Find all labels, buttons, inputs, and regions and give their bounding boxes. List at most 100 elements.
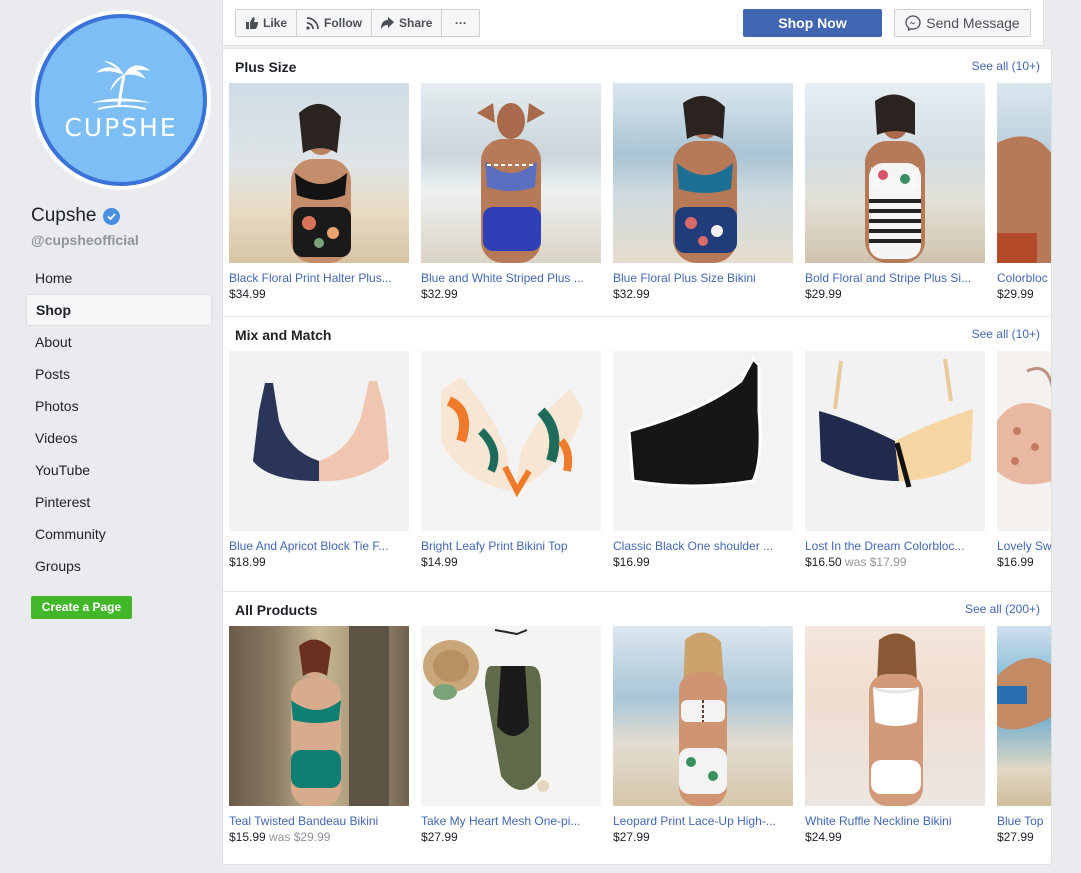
price-was: was $17.99 — [845, 555, 907, 569]
product-image[interactable] — [229, 351, 409, 531]
product-card[interactable]: White Ruffle Neckline Bikini $24.99 — [805, 626, 985, 844]
product-card[interactable]: Blue and White Striped Plus ... $32.99 — [421, 83, 601, 301]
price-current: $15.99 — [229, 830, 266, 844]
product-card[interactable]: Leopard Print Lace-Up High-... $27.99 — [613, 626, 793, 844]
product-image[interactable] — [997, 83, 1051, 263]
price-was: was $29.99 — [269, 830, 331, 844]
product-card[interactable]: Colorbloc $29.99 — [997, 83, 1051, 301]
logo-text: CUPSHE — [64, 112, 178, 142]
product-card[interactable]: Teal Twisted Bandeau Bikini $15.99 was $… — [229, 626, 409, 844]
product-name[interactable]: Teal Twisted Bandeau Bikini — [229, 814, 409, 828]
price-current: $34.99 — [229, 287, 266, 301]
shop-panel: Plus Size See all (10+) Black Floral Pri… — [222, 48, 1052, 865]
product-card[interactable]: Lost In the Dream Colorbloc... $16.50 wa… — [805, 351, 985, 569]
nav-item-youtube[interactable]: YouTube — [26, 454, 212, 486]
product-name[interactable]: Blue Floral Plus Size Bikini — [613, 271, 793, 285]
product-image[interactable] — [421, 351, 601, 531]
product-price: $18.99 — [229, 555, 409, 569]
nav-item-photos[interactable]: Photos — [26, 390, 212, 422]
product-image[interactable] — [613, 351, 793, 531]
product-price: $27.99 — [421, 830, 601, 844]
product-name[interactable]: Blue And Apricot Block Tie F... — [229, 539, 409, 553]
product-image[interactable] — [229, 83, 409, 263]
share-arrow-icon — [381, 17, 395, 29]
product-price: $24.99 — [805, 830, 985, 844]
like-button[interactable]: Like — [236, 10, 298, 36]
nav-item-posts[interactable]: Posts — [26, 358, 212, 390]
see-all-link[interactable]: See all (200+) — [965, 602, 1040, 616]
product-image[interactable] — [805, 351, 985, 531]
product-name[interactable]: Blue Top — [997, 814, 1051, 828]
product-name[interactable]: Take My Heart Mesh One-pi... — [421, 814, 601, 828]
page-handle[interactable]: @cupsheofficial — [31, 232, 139, 248]
create-page-button[interactable]: Create a Page — [31, 596, 132, 619]
section-title: All Products — [235, 602, 318, 618]
product-image[interactable] — [421, 626, 601, 806]
page-name[interactable]: Cupshe — [31, 205, 120, 227]
product-card[interactable]: Bright Leafy Print Bikini Top $14.99 — [421, 351, 601, 569]
product-price: $16.99 — [613, 555, 793, 569]
product-image[interactable] — [613, 83, 793, 263]
price-current: $32.99 — [613, 287, 650, 301]
product-price: $29.99 — [997, 287, 1051, 301]
page-name-text[interactable]: Cupshe — [31, 205, 97, 227]
product-name[interactable]: Bold Floral and Stripe Plus Si... — [805, 271, 985, 285]
product-card[interactable]: Black Floral Print Halter Plus... $34.99 — [229, 83, 409, 301]
product-name[interactable]: Blue and White Striped Plus ... — [421, 271, 601, 285]
product-name[interactable]: Black Floral Print Halter Plus... — [229, 271, 409, 285]
product-price: $16.50 was $17.99 — [805, 555, 985, 569]
product-name[interactable]: Leopard Print Lace-Up High-... — [613, 814, 793, 828]
messenger-icon — [905, 15, 921, 31]
product-image[interactable] — [997, 626, 1051, 806]
like-label: Like — [263, 16, 288, 30]
product-card[interactable]: Classic Black One shoulder ... $16.99 — [613, 351, 793, 569]
product-card[interactable]: Blue And Apricot Block Tie F... $18.99 — [229, 351, 409, 569]
send-message-label: Send Message — [926, 15, 1020, 31]
nav-item-home[interactable]: Home — [26, 262, 212, 294]
nav-item-shop[interactable]: Shop — [26, 294, 212, 326]
product-name[interactable]: Classic Black One shoulder ... — [613, 539, 793, 553]
nav-item-community[interactable]: Community — [26, 518, 212, 550]
product-price: $34.99 — [229, 287, 409, 301]
product-image[interactable] — [421, 83, 601, 263]
nav-item-about[interactable]: About — [26, 326, 212, 358]
see-all-link[interactable]: See all (10+) — [972, 327, 1040, 341]
follow-button[interactable]: Follow — [297, 10, 373, 36]
more-options-button[interactable]: ··· — [442, 10, 479, 36]
product-price: $15.99 was $29.99 — [229, 830, 409, 844]
rss-icon — [306, 16, 319, 30]
product-price: $32.99 — [613, 287, 793, 301]
price-current: $16.99 — [613, 555, 650, 569]
product-name[interactable]: Lovely Sw — [997, 539, 1051, 553]
nav-item-pinterest[interactable]: Pinterest — [26, 486, 212, 518]
product-card[interactable]: Bold Floral and Stripe Plus Si... $29.99 — [805, 83, 985, 301]
product-card[interactable]: Lovely Sw $16.99 — [997, 351, 1051, 569]
nav-item-videos[interactable]: Videos — [26, 422, 212, 454]
share-button[interactable]: Share — [372, 10, 443, 36]
product-card[interactable]: Blue Floral Plus Size Bikini $32.99 — [613, 83, 793, 301]
product-row: Teal Twisted Bandeau Bikini $15.99 was $… — [229, 626, 1051, 856]
product-card[interactable]: Blue Top $27.99 — [997, 626, 1051, 844]
send-message-button[interactable]: Send Message — [894, 9, 1031, 37]
see-all-link[interactable]: See all (10+) — [972, 59, 1040, 73]
product-image[interactable] — [805, 626, 985, 806]
product-image[interactable] — [805, 83, 985, 263]
product-price: $27.99 — [997, 830, 1051, 844]
product-image[interactable] — [613, 626, 793, 806]
cupshe-logo: CUPSHE — [35, 14, 207, 186]
follow-label: Follow — [324, 16, 363, 30]
product-image[interactable] — [229, 626, 409, 806]
section-all-products: All Products See all (200+) Teal Twisted… — [223, 591, 1051, 864]
product-image[interactable] — [997, 351, 1051, 531]
page-action-bar: Like Follow Share ··· Shop Now Send Mess… — [222, 0, 1044, 46]
profile-picture[interactable]: CUPSHE — [31, 10, 211, 190]
product-card[interactable]: Take My Heart Mesh One-pi... $27.99 — [421, 626, 601, 844]
product-name[interactable]: Bright Leafy Print Bikini Top — [421, 539, 601, 553]
product-name[interactable]: White Ruffle Neckline Bikini — [805, 814, 985, 828]
shop-now-button[interactable]: Shop Now — [743, 9, 882, 37]
price-current: $16.50 — [805, 555, 842, 569]
palm-tree-icon — [92, 60, 152, 110]
product-name[interactable]: Lost In the Dream Colorbloc... — [805, 539, 985, 553]
nav-item-groups[interactable]: Groups — [26, 550, 212, 582]
product-name[interactable]: Colorbloc — [997, 271, 1051, 285]
